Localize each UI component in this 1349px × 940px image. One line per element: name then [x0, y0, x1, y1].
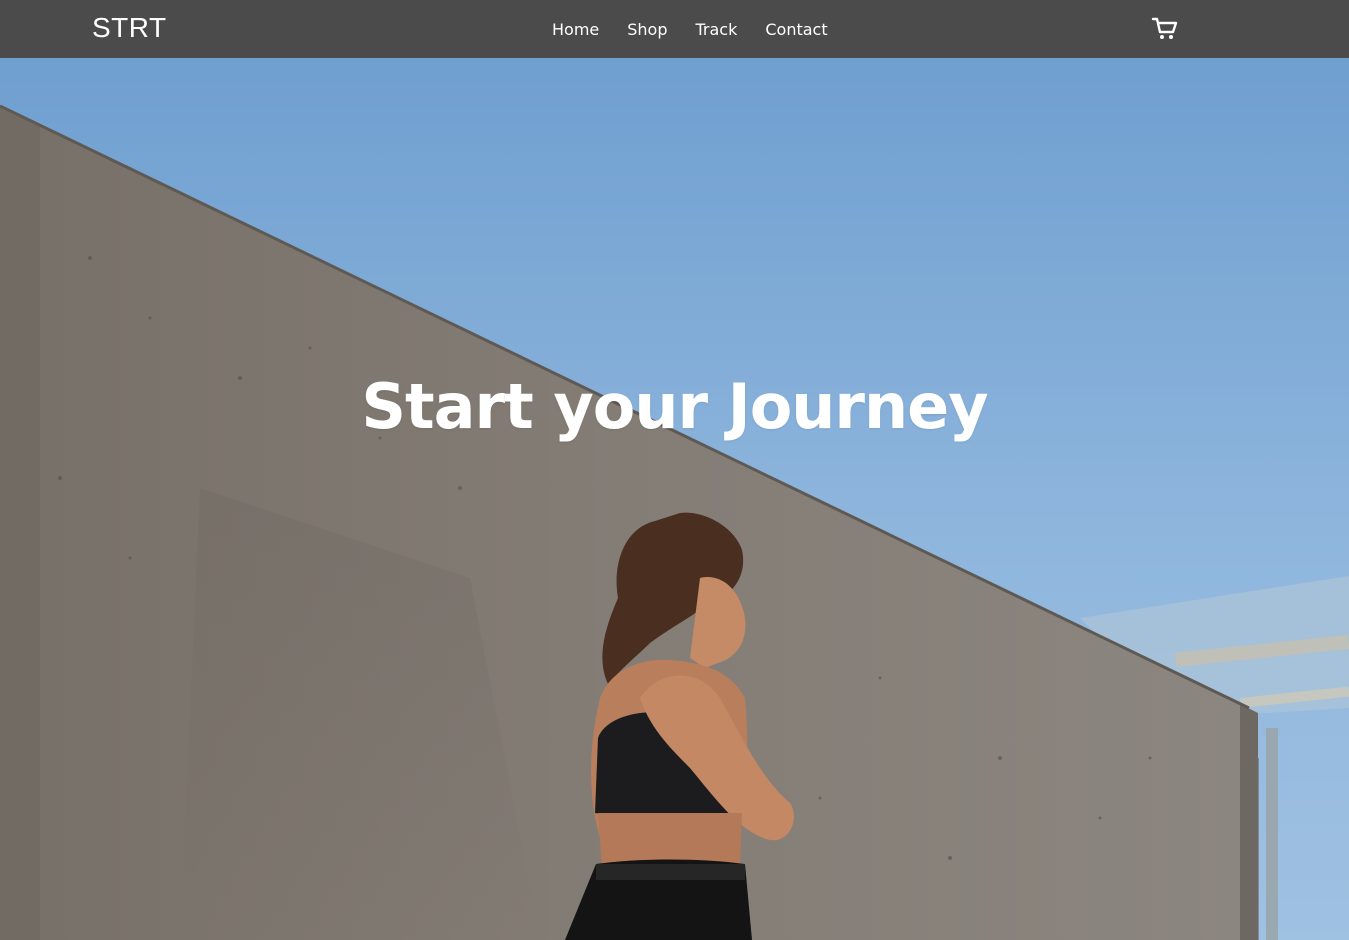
main-nav: Home Shop Track Contact [538, 0, 842, 58]
nav-link-contact[interactable]: Contact [765, 20, 827, 39]
top-navbar: STRT Home Shop Track Contact [0, 0, 1349, 58]
nav-link-shop[interactable]: Shop [627, 20, 667, 39]
hero-background-image [0, 104, 1349, 940]
hero-headline: Start your Journey [361, 370, 988, 443]
brand-logo[interactable]: STRT [92, 12, 167, 44]
hero-section: Start your Journey [0, 58, 1349, 940]
nav-link-home[interactable]: Home [552, 20, 599, 39]
nav-link-track[interactable]: Track [696, 20, 738, 39]
shopping-cart-icon[interactable] [1151, 14, 1179, 42]
